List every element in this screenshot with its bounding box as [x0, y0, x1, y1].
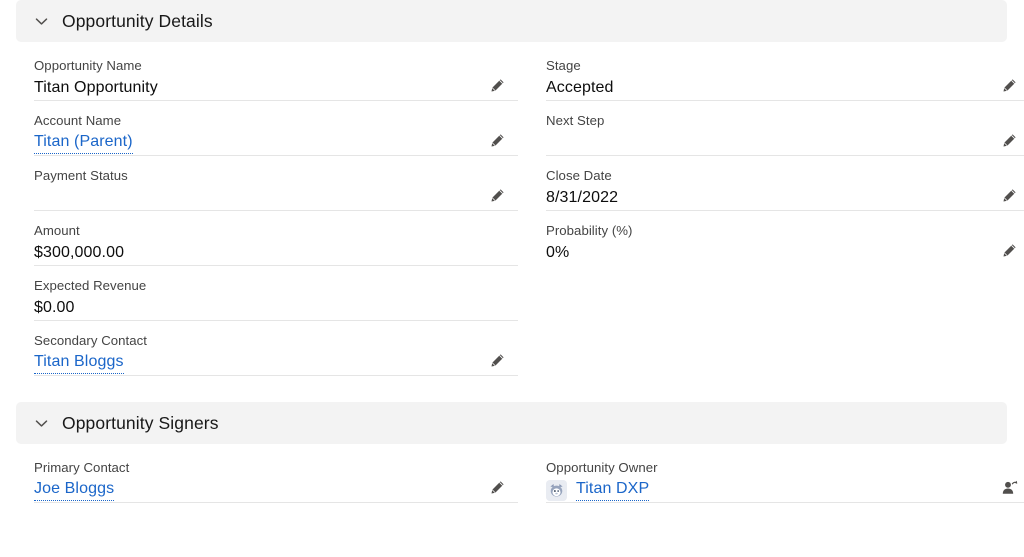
- field-label: Secondary Contact: [34, 333, 148, 348]
- field-value: Titan (Parent): [34, 131, 518, 155]
- section-title: Opportunity Details: [62, 10, 213, 31]
- field-label: Stage: [546, 58, 581, 73]
- details-right-column: Stage Accepted Next Step Close Date 8/31…: [546, 46, 1024, 376]
- field-value: Accepted: [546, 79, 614, 96]
- field-value: [34, 186, 518, 210]
- pencil-icon[interactable]: [998, 129, 1020, 151]
- pencil-icon[interactable]: [998, 74, 1020, 96]
- field-close-date: Close Date 8/31/2022: [546, 156, 1024, 211]
- pencil-icon[interactable]: [486, 349, 508, 371]
- secondary-contact-link[interactable]: Titan Bloggs: [34, 352, 124, 374]
- field-label: Primary Contact: [34, 460, 130, 475]
- field-opportunity-name: Opportunity Name Titan Opportunity: [34, 46, 518, 101]
- field-value: Joe Bloggs: [34, 478, 518, 502]
- field-value: [546, 131, 1024, 155]
- field-label: Next Step: [546, 113, 605, 128]
- field-label: Expected Revenue: [34, 278, 147, 293]
- account-name-link[interactable]: Titan (Parent): [34, 132, 133, 154]
- section-title: Opportunity Signers: [62, 412, 219, 433]
- field-label: Payment Status: [34, 168, 128, 183]
- pencil-icon[interactable]: [486, 129, 508, 151]
- pencil-icon[interactable]: [998, 239, 1020, 261]
- field-primary-contact: Primary Contact Joe Bloggs: [34, 448, 518, 503]
- field-label: Opportunity Owner: [546, 460, 658, 475]
- column-gap: [518, 46, 546, 376]
- section-header-opportunity-signers[interactable]: Opportunity Signers: [16, 402, 1007, 444]
- pencil-icon[interactable]: [486, 74, 508, 96]
- section-header-opportunity-details[interactable]: Opportunity Details: [16, 0, 1007, 42]
- field-payment-status: Payment Status: [34, 156, 518, 211]
- signers-right-column: Opportunity Owner Titan DXP: [546, 448, 1024, 503]
- change-owner-icon[interactable]: [998, 476, 1020, 498]
- field-value: Titan Opportunity: [34, 79, 158, 96]
- field-amount: Amount $300,000.00: [34, 211, 518, 266]
- primary-contact-link[interactable]: Joe Bloggs: [34, 479, 115, 501]
- field-value: Titan DXP: [546, 478, 1024, 502]
- opportunity-signers-fields: Primary Contact Joe Bloggs Opportunity O…: [0, 448, 1024, 503]
- field-label: Account Name: [34, 113, 122, 128]
- field-opportunity-owner: Opportunity Owner Titan DXP: [546, 448, 1024, 503]
- chevron-down-icon[interactable]: [30, 412, 52, 434]
- field-label: Amount: [34, 223, 80, 238]
- column-gap: [518, 448, 546, 503]
- details-left-column: Opportunity Name Titan Opportunity Accou…: [34, 46, 518, 376]
- field-label: Probability (%): [546, 223, 633, 238]
- opportunity-details-fields: Opportunity Name Titan Opportunity Accou…: [0, 46, 1024, 376]
- record-detail-page: Opportunity Details Opportunity Name Tit…: [0, 0, 1024, 557]
- pencil-icon[interactable]: [486, 184, 508, 206]
- field-value: 8/31/2022: [546, 189, 619, 206]
- field-value: $300,000.00: [34, 244, 125, 261]
- field-value: Titan Bloggs: [34, 351, 518, 375]
- field-label: Opportunity Name: [34, 58, 142, 73]
- user-avatar-icon: [546, 479, 567, 501]
- chevron-down-icon[interactable]: [30, 10, 52, 32]
- field-account-name: Account Name Titan (Parent): [34, 101, 518, 156]
- field-value: 0%: [546, 244, 570, 261]
- field-label: Close Date: [546, 168, 612, 183]
- field-stage: Stage Accepted: [546, 46, 1024, 101]
- signers-left-column: Primary Contact Joe Bloggs: [34, 448, 518, 503]
- field-secondary-contact: Secondary Contact Titan Bloggs: [34, 321, 518, 376]
- field-probability: Probability (%) 0%: [546, 211, 1024, 265]
- field-expected-revenue: Expected Revenue $0.00: [34, 266, 518, 321]
- pencil-icon[interactable]: [486, 476, 508, 498]
- field-next-step: Next Step: [546, 101, 1024, 156]
- opportunity-owner-link[interactable]: Titan DXP: [576, 479, 650, 501]
- pencil-icon[interactable]: [998, 184, 1020, 206]
- field-value: $0.00: [34, 299, 75, 316]
